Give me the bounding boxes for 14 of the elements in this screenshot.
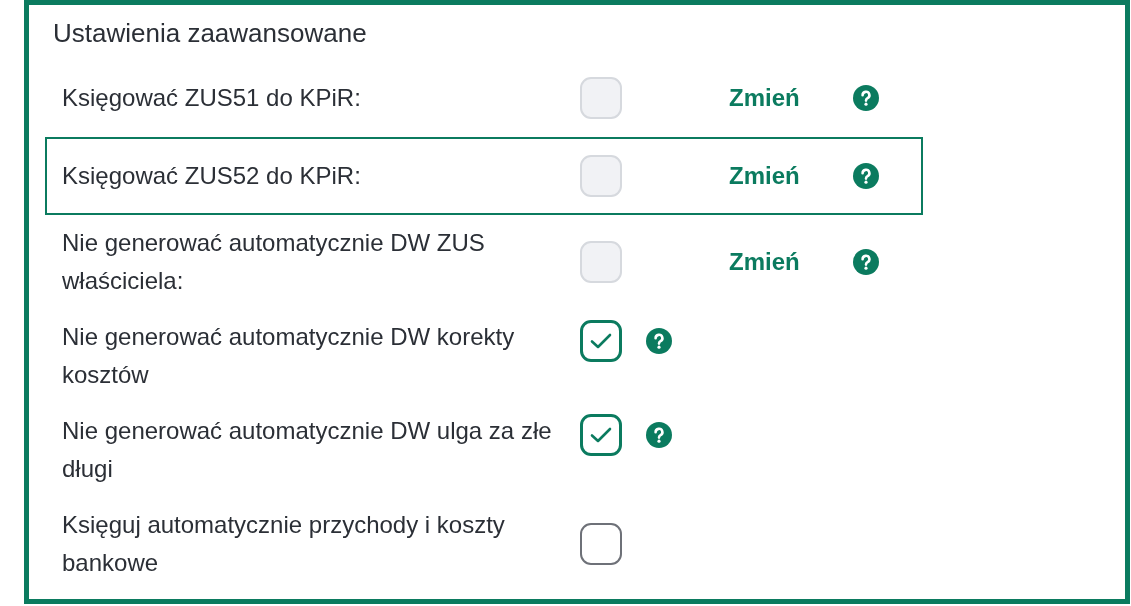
setting-label: Nie generować automatycznie DW ZUS właściciela:: [62, 228, 486, 296]
checkbox[interactable]: [580, 523, 622, 565]
setting-label: Nie generować automatycznie DW korekty kosztów: [62, 322, 516, 390]
help-icon[interactable]: [646, 328, 672, 354]
checkbox[interactable]: [580, 414, 622, 456]
setting-label: Nie generować automatycznie DW ulga za złe długi: [62, 416, 553, 484]
checkmark-icon: [590, 333, 612, 349]
checkmark-icon: [590, 427, 612, 443]
setting-label: Księguj automatycznie przychody i koszty bankowe: [62, 510, 506, 578]
help-icon[interactable]: [646, 422, 672, 448]
section-title: Ustawienia zaawansowane: [53, 18, 367, 48]
checkbox[interactable]: [580, 320, 622, 362]
setting-label: Księgować ZUS51 do KPiR:: [62, 83, 362, 113]
setting-label: Księgować ZUS52 do KPiR:: [62, 161, 362, 191]
